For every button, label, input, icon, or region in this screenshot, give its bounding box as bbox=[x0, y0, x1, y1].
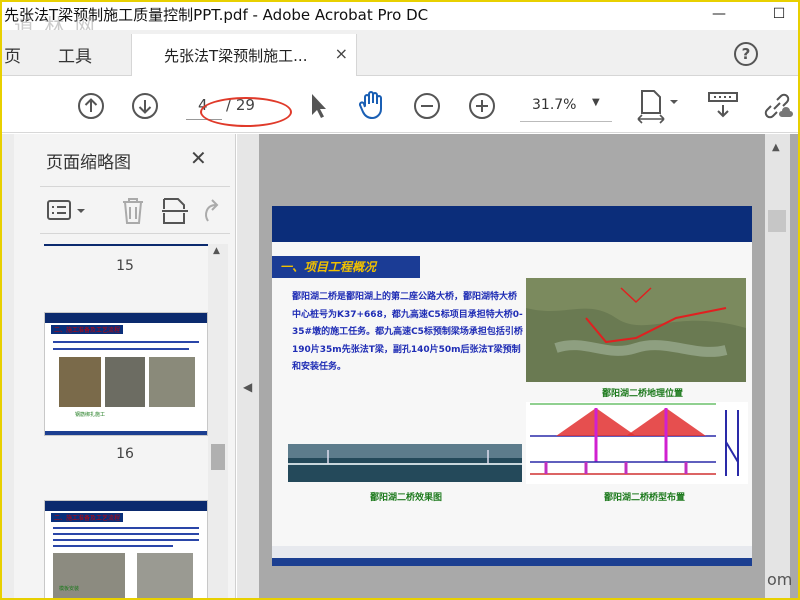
zoom-in-icon[interactable] bbox=[467, 91, 497, 121]
select-pointer-icon[interactable] bbox=[306, 91, 330, 121]
close-tab-icon[interactable]: × bbox=[335, 44, 348, 63]
extract-page-icon[interactable] bbox=[160, 197, 190, 225]
down-arrow-icon[interactable] bbox=[130, 91, 160, 121]
pdf-page: 一、项目工程概况 鄱阳湖二桥是鄱阳湖上的第二座公路大桥，鄱阳湖特大桥中心桩号为K… bbox=[272, 206, 752, 566]
page-number-16: 16 bbox=[116, 446, 134, 462]
bridge-layout-drawing bbox=[526, 402, 748, 484]
thumbnail-list: 15 二、施工准备及工艺流程 钢筋绑扎施工 16 二、施工准备及工艺流程 模板安… bbox=[40, 244, 210, 600]
scrollbar-thumb[interactable] bbox=[211, 444, 225, 470]
scroll-mode-icon[interactable] bbox=[706, 89, 740, 123]
zoom-out-icon[interactable] bbox=[412, 91, 442, 121]
page-fit-icon[interactable] bbox=[636, 87, 680, 127]
hand-tool-icon[interactable] bbox=[356, 89, 388, 121]
thumbnail-photo bbox=[137, 553, 193, 600]
bridge-caption: 鄱阳湖二桥效果图 bbox=[370, 493, 443, 503]
document-viewer: ◀ 一、项目工程概况 鄱阳湖二桥是鄱阳湖上的第二座公路大桥，鄱阳湖特大桥中心桩号… bbox=[237, 134, 800, 600]
location-map-image bbox=[526, 278, 746, 382]
slide-footer-stripe bbox=[272, 558, 752, 566]
scroll-up-icon[interactable]: ▲ bbox=[213, 246, 220, 256]
thumbnail-slide-title: 二、施工准备及工艺流程 bbox=[51, 513, 124, 522]
tab-bar: 页 工具 先张法T梁预制施工... × ? bbox=[0, 30, 800, 76]
collapse-panel-icon[interactable]: ◀ bbox=[243, 380, 252, 394]
section-title: 一、项目工程概况 bbox=[280, 260, 377, 274]
map-caption: 鄱阳湖二桥地理位置 bbox=[602, 389, 684, 399]
minimize-button[interactable]: — bbox=[708, 3, 730, 25]
thumbnail-panel: 页面缩略图 ✕ 15 二、施工准备及工艺流程 钢筋绑扎施工 16 二、施工准备及… bbox=[0, 134, 236, 600]
previous-thumbnail-edge bbox=[44, 244, 208, 246]
layout-caption: 鄱阳湖二桥桥型布置 bbox=[604, 493, 686, 503]
chevron-down-icon[interactable]: ▼ bbox=[592, 97, 600, 108]
undo-icon bbox=[205, 199, 219, 222]
delete-page-icon bbox=[123, 198, 143, 224]
main-toolbar: 4 / 29 31.7% ▼ bbox=[0, 77, 800, 133]
zoom-level-field[interactable]: 31.7% bbox=[532, 97, 576, 113]
panel-toggle-strip bbox=[237, 134, 259, 600]
sidebar-left-strip bbox=[0, 134, 14, 600]
panel-title: 页面缩略图 bbox=[46, 153, 131, 173]
thumbnail-page-15[interactable]: 二、施工准备及工艺流程 钢筋绑扎施工 bbox=[44, 312, 208, 436]
tab-document[interactable]: 先张法T梁预制施工... × bbox=[131, 34, 357, 76]
scroll-up-icon[interactable]: ▲ bbox=[772, 142, 780, 153]
tab-document-label: 先张法T梁预制施工... bbox=[164, 47, 308, 65]
corner-watermark-text: om bbox=[767, 570, 793, 589]
thumbnail-options-icon[interactable] bbox=[46, 199, 90, 223]
panel-toolbar bbox=[40, 186, 230, 234]
thumbnail-photo bbox=[149, 357, 195, 407]
thumbnail-scrollbar[interactable]: ▲ bbox=[208, 244, 228, 600]
thumbnail-slide-title: 二、施工准备及工艺流程 bbox=[51, 325, 124, 334]
thumbnail-caption: 模板安装 bbox=[59, 586, 80, 592]
project-description: 鄱阳湖二桥是鄱阳湖上的第二座公路大桥，鄱阳湖特大桥中心桩号为K37+668，都九… bbox=[292, 292, 523, 372]
help-icon[interactable]: ? bbox=[734, 42, 758, 66]
thumbnail-photo bbox=[105, 357, 145, 407]
red-annotation-ellipse bbox=[200, 97, 292, 127]
thumbnail-caption: 钢筋绑扎施工 bbox=[75, 412, 106, 418]
title-bar: 先张法T梁预制施工质量控制PPT.pdf - Adobe Acrobat Pro… bbox=[0, 0, 800, 30]
tab-home[interactable]: 页 bbox=[4, 42, 21, 67]
page-number-15: 15 bbox=[116, 258, 134, 274]
document-scrollbar-thumb[interactable] bbox=[768, 210, 786, 232]
tab-tools[interactable]: 工具 bbox=[58, 42, 92, 67]
maximize-button[interactable]: ☐ bbox=[768, 3, 790, 25]
section-heading: 一、项目工程概况 bbox=[272, 256, 420, 278]
document-scrollbar[interactable]: ▲ bbox=[765, 134, 790, 600]
slide-header-band bbox=[272, 206, 752, 242]
up-arrow-icon[interactable] bbox=[76, 91, 106, 121]
link-icon[interactable] bbox=[760, 89, 796, 123]
bridge-rendering-image bbox=[288, 444, 522, 482]
thumbnail-page-16[interactable]: 二、施工准备及工艺流程 模板安装 bbox=[44, 500, 208, 600]
thumbnail-photo bbox=[59, 357, 101, 407]
thumbnail-photo bbox=[53, 553, 125, 600]
close-panel-icon[interactable]: ✕ bbox=[190, 146, 207, 170]
